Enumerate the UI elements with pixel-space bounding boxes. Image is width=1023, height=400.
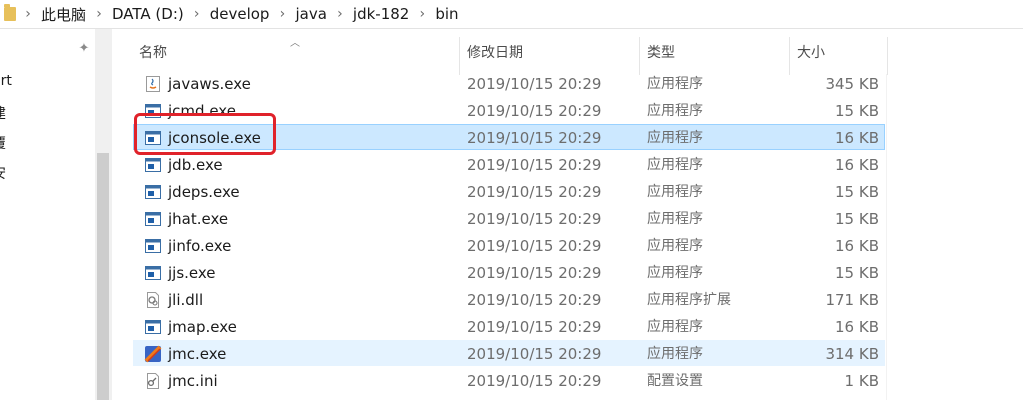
file-name: jhat.exe (168, 210, 229, 228)
file-size: 314 KB (825, 345, 879, 363)
file-modified-date: 2019/10/15 20:29 (467, 291, 602, 309)
java-app-icon (144, 75, 162, 93)
file-modified-date: 2019/10/15 20:29 (467, 210, 602, 228)
file-size: 16 KB (835, 129, 879, 147)
exe-icon (144, 264, 162, 282)
file-size: 15 KB (835, 210, 879, 228)
dll-icon (144, 291, 162, 309)
nav-item-1[interactable]: art (0, 73, 12, 89)
address-bar[interactable]: › 此电脑 › DATA (D:) › develop › java › jdk… (0, 0, 1023, 29)
file-modified-date: 2019/10/15 20:29 (467, 102, 602, 120)
file-name: jjs.exe (168, 264, 216, 282)
file-size: 15 KB (835, 183, 879, 201)
file-size: 16 KB (835, 318, 879, 336)
file-size: 1 KB (844, 372, 879, 390)
navigation-pane: ✦ art 建 覆 安 (0, 29, 114, 400)
exe-icon (144, 210, 162, 228)
breadcrumb-develop[interactable]: develop (207, 5, 273, 23)
breadcrumb-bin[interactable]: bin (432, 5, 461, 23)
chevron-right-icon[interactable]: › (187, 6, 207, 22)
file-modified-date: 2019/10/15 20:29 (467, 372, 602, 390)
pin-icon[interactable]: ✦ (76, 41, 92, 57)
column-divider[interactable] (887, 37, 888, 75)
file-size: 15 KB (835, 264, 879, 282)
file-modified-date: 2019/10/15 20:29 (467, 129, 602, 147)
column-date[interactable]: 修改日期 (461, 29, 639, 75)
file-type: 应用程序 (647, 319, 703, 335)
ini-file-icon (144, 372, 162, 390)
chevron-right-icon[interactable]: › (272, 6, 292, 22)
file-size: 16 KB (835, 237, 879, 255)
file-name: javaws.exe (168, 75, 251, 93)
breadcrumb-data-drive[interactable]: DATA (D:) (109, 5, 187, 23)
file-row[interactable]: javaws.exe 2019/10/15 20:29 应用程序 345 KB (133, 70, 885, 96)
file-row[interactable]: jdeps.exe 2019/10/15 20:29 应用程序 15 KB (133, 178, 885, 204)
exe-icon (144, 318, 162, 336)
file-type: 应用程序 (647, 238, 703, 254)
file-row[interactable]: jli.dll 2019/10/15 20:29 应用程序扩展 171 KB (133, 286, 885, 312)
file-name: jmc.exe (168, 345, 227, 363)
nav-item-4[interactable]: 安 (0, 163, 6, 183)
file-name: jdb.exe (168, 156, 223, 174)
column-header: ︿ 名称 修改日期 类型 大小 (114, 29, 1023, 75)
file-modified-date: 2019/10/15 20:29 (467, 156, 602, 174)
file-type: 应用程序扩展 (647, 292, 731, 308)
breadcrumb-jdk[interactable]: jdk-182 (350, 5, 412, 23)
chevron-right-icon[interactable]: › (89, 6, 109, 22)
column-type[interactable]: 类型 (641, 29, 789, 75)
exe-icon (144, 237, 162, 255)
file-modified-date: 2019/10/15 20:29 (467, 183, 602, 201)
file-size: 15 KB (835, 102, 879, 120)
file-row[interactable]: jmc.exe 2019/10/15 20:29 应用程序 314 KB (133, 340, 885, 366)
exe-icon (144, 156, 162, 174)
file-name: jmc.ini (168, 372, 218, 390)
column-name[interactable]: 名称 (133, 29, 458, 75)
file-size: 345 KB (825, 75, 879, 93)
file-row[interactable]: jhat.exe 2019/10/15 20:29 应用程序 15 KB (133, 205, 885, 231)
file-type: 应用程序 (647, 346, 703, 362)
nav-item-2[interactable]: 建 (0, 103, 6, 123)
file-row[interactable]: jjs.exe 2019/10/15 20:29 应用程序 15 KB (133, 259, 885, 285)
file-size: 16 KB (835, 156, 879, 174)
file-name: jdeps.exe (168, 183, 240, 201)
breadcrumb-java[interactable]: java (292, 5, 329, 23)
file-name: jli.dll (168, 291, 204, 309)
file-type: 应用程序 (647, 76, 703, 92)
file-type: 应用程序 (647, 211, 703, 227)
file-name: jinfo.exe (168, 237, 232, 255)
folder-icon (4, 4, 16, 21)
file-row[interactable]: jmc.ini 2019/10/15 20:29 配置设置 1 KB (133, 367, 885, 393)
file-type: 应用程序 (647, 103, 703, 119)
empty-list-area (886, 74, 887, 400)
jmc-app-icon (144, 345, 162, 363)
chevron-right-icon[interactable]: › (18, 6, 38, 22)
file-modified-date: 2019/10/15 20:29 (467, 318, 602, 336)
annotation-highlight-box (134, 113, 276, 155)
file-modified-date: 2019/10/15 20:29 (467, 345, 602, 363)
file-type: 配置设置 (647, 373, 703, 389)
file-row[interactable]: jinfo.exe 2019/10/15 20:29 应用程序 16 KB (133, 232, 885, 258)
file-type: 应用程序 (647, 184, 703, 200)
file-modified-date: 2019/10/15 20:29 (467, 264, 602, 282)
exe-icon (144, 183, 162, 201)
chevron-right-icon[interactable]: › (412, 6, 432, 22)
file-type: 应用程序 (647, 157, 703, 173)
file-name: jmap.exe (168, 318, 237, 336)
nav-item-3[interactable]: 覆 (0, 133, 6, 153)
file-type: 应用程序 (647, 130, 703, 146)
file-size: 171 KB (825, 291, 879, 309)
column-size[interactable]: 大小 (791, 29, 887, 75)
nav-scrollbar-thumb[interactable] (97, 153, 109, 400)
file-type: 应用程序 (647, 265, 703, 281)
file-row[interactable]: jmap.exe 2019/10/15 20:29 应用程序 16 KB (133, 313, 885, 339)
file-modified-date: 2019/10/15 20:29 (467, 75, 602, 93)
chevron-right-icon[interactable]: › (330, 6, 350, 22)
breadcrumb-this-pc[interactable]: 此电脑 (38, 4, 89, 25)
file-modified-date: 2019/10/15 20:29 (467, 237, 602, 255)
